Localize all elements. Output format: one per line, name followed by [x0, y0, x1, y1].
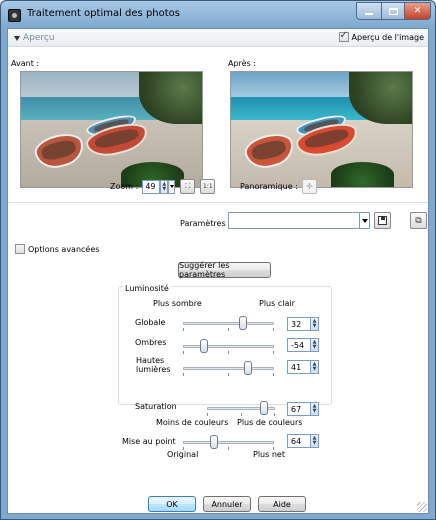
- global-field[interactable]: 32 ▲ ▼: [287, 317, 319, 331]
- shadows-slider[interactable]: [183, 338, 274, 354]
- saturation-field[interactable]: 67 ▲ ▼: [287, 402, 319, 416]
- sharpness-value[interactable]: 64: [287, 434, 311, 448]
- global-slider[interactable]: [183, 315, 274, 331]
- less-colors-label: Moins de couleurs: [156, 418, 229, 427]
- sharpness-slider[interactable]: [183, 434, 274, 450]
- before-image[interactable]: [20, 71, 203, 188]
- preview-section-label: Aperçu: [23, 33, 55, 43]
- show-preview-checkbox[interactable]: [338, 30, 349, 42]
- slider-tick: [183, 328, 184, 331]
- shadows-value[interactable]: -54: [287, 338, 311, 352]
- pan-controls: Panoramique : ✛: [240, 179, 317, 194]
- zoom-controls: Zoom : 49 ▲ ▼ ⛶ 1:1: [110, 179, 216, 194]
- dialog-client: Aperçu Aperçu de l'image Avant : Après :…: [7, 28, 429, 514]
- after-image[interactable]: [230, 71, 413, 188]
- shadows-label: Ombres: [135, 338, 167, 347]
- sharpness-stepper[interactable]: ▲ ▼: [311, 434, 319, 448]
- pan-label: Panoramique :: [240, 182, 298, 191]
- global-label: Globale: [135, 318, 166, 327]
- fit-to-window-icon: ⛶: [185, 182, 191, 190]
- highlights-stepper[interactable]: ▲ ▼: [311, 360, 319, 374]
- resize-grip[interactable]: [417, 502, 427, 512]
- close-icon: ✕: [413, 6, 422, 16]
- slider-tick: [273, 328, 274, 331]
- pan-crosshair-icon: ✛: [306, 182, 313, 191]
- suggest-settings-button[interactable]: Suggérer les paramètres: [178, 261, 271, 279]
- saturation-value[interactable]: 67: [287, 402, 311, 416]
- manage-presets-button[interactable]: ⧉: [410, 212, 427, 229]
- zoom-label: Zoom :: [110, 182, 139, 191]
- ok-button[interactable]: OK: [148, 496, 196, 512]
- close-button[interactable]: ✕: [404, 2, 431, 20]
- slider-tick: [273, 351, 274, 354]
- slider-tick: [228, 328, 229, 331]
- dialog-window: Traitement optimal des photos ✕ Aperçu A…: [0, 0, 436, 520]
- cancel-button[interactable]: Annuler: [203, 496, 251, 512]
- sharpness-field[interactable]: 64 ▲ ▼: [287, 434, 319, 448]
- slider-tick: [274, 413, 275, 416]
- shadows-field[interactable]: -54 ▲ ▼: [287, 338, 319, 352]
- highlights-slider-thumb[interactable]: [243, 361, 252, 375]
- save-disk-icon: [378, 216, 387, 225]
- preview-section-toggle[interactable]: Aperçu: [14, 33, 55, 43]
- saturation-slider[interactable]: [207, 400, 275, 416]
- slider-tick: [207, 413, 208, 416]
- sharper-label: Plus net: [253, 450, 285, 459]
- slider-tick: [183, 373, 184, 376]
- saturation-label: Saturation: [135, 402, 177, 411]
- minimize-icon: [365, 13, 373, 15]
- show-preview-label: Aperçu de l'image: [351, 32, 424, 42]
- slider-tick: [273, 373, 274, 376]
- global-stepper[interactable]: ▲ ▼: [311, 317, 319, 331]
- window-title: Traitement optimal des photos: [27, 8, 180, 19]
- actual-size-button[interactable]: 1:1: [200, 179, 216, 194]
- pan-button[interactable]: ✛: [301, 179, 317, 194]
- original-label: Original: [167, 450, 199, 459]
- sharpness-slider-thumb[interactable]: [209, 435, 218, 449]
- fit-to-window-button[interactable]: ⛶: [180, 179, 196, 194]
- darker-label: Plus sombre: [153, 299, 202, 308]
- manage-presets-icon: ⧉: [415, 215, 422, 226]
- params-preset-select[interactable]: [228, 212, 363, 229]
- lighter-label: Plus clair: [259, 299, 295, 308]
- after-label: Après :: [228, 59, 256, 68]
- before-label: Avant :: [11, 59, 40, 68]
- minimize-button[interactable]: [356, 2, 382, 20]
- highlights-field[interactable]: 41 ▲ ▼: [287, 360, 319, 374]
- save-preset-button[interactable]: [374, 212, 391, 229]
- preview-header: Aperçu Aperçu de l'image: [8, 29, 428, 47]
- zoom-dropdown-button[interactable]: [168, 179, 176, 194]
- slider-tick: [183, 351, 184, 354]
- shadows-stepper[interactable]: ▲ ▼: [311, 338, 319, 352]
- maximize-button[interactable]: [381, 2, 405, 20]
- maximize-icon: [388, 7, 398, 15]
- brightness-title: Luminosité: [123, 284, 171, 293]
- params-label: Paramètres: [180, 219, 226, 228]
- saturation-stepper[interactable]: ▲ ▼: [311, 402, 319, 416]
- slider-tick: [228, 447, 229, 450]
- divider: [8, 202, 428, 203]
- sharpness-label: Mise au point: [122, 437, 176, 446]
- advanced-options-group[interactable]: Options avancées: [15, 244, 99, 254]
- show-preview-checkbox-group[interactable]: Aperçu de l'image: [338, 30, 424, 42]
- help-button[interactable]: Aide: [258, 496, 306, 512]
- zoom-stepper[interactable]: ▲ ▼: [160, 179, 169, 194]
- advanced-options-label: Options avancées: [28, 244, 100, 254]
- more-colors-label: Plus de couleurs: [237, 418, 303, 427]
- highlights-label: Hautes lumières: [136, 356, 171, 374]
- highlights-value[interactable]: 41: [287, 360, 311, 374]
- advanced-options-checkbox[interactable]: [15, 244, 25, 254]
- slider-tick: [228, 373, 229, 376]
- title-bar[interactable]: Traitement optimal des photos ✕: [1, 1, 435, 28]
- camera-icon: [8, 9, 21, 22]
- highlights-slider[interactable]: [183, 360, 274, 376]
- params-dropdown-button[interactable]: [359, 212, 370, 229]
- slider-tick: [241, 413, 242, 416]
- slider-tick: [228, 351, 229, 354]
- actual-size-icon: 1:1: [202, 183, 213, 190]
- zoom-input[interactable]: 49: [142, 179, 161, 194]
- chevron-down-icon: [14, 35, 20, 41]
- global-value[interactable]: 32: [287, 317, 311, 331]
